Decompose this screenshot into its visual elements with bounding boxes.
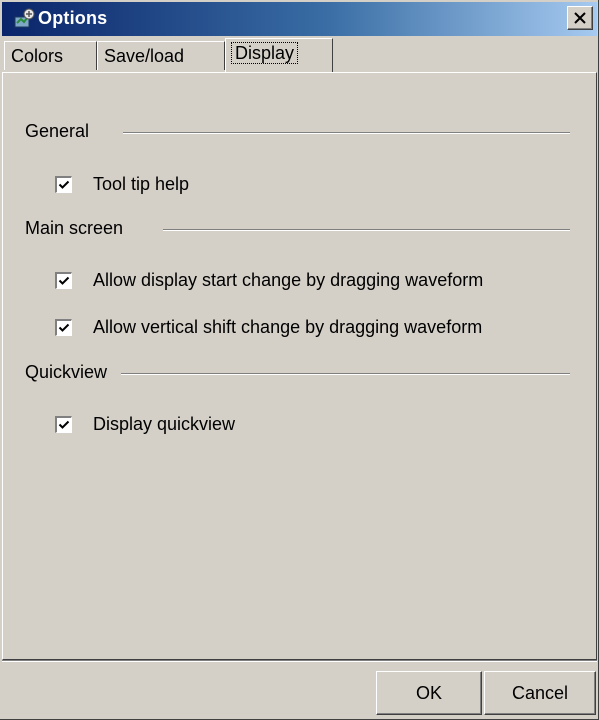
tab-save-load[interactable]: Save/load xyxy=(97,41,225,70)
tab-strip: Colors Save/load Display xyxy=(2,38,597,72)
group-quickview-title: Quickview xyxy=(25,362,108,382)
checkmark-icon xyxy=(58,276,70,285)
group-quickview-divider xyxy=(121,373,570,375)
tab-colors[interactable]: Colors xyxy=(4,41,97,70)
display-start-drag-label: Allow display start change by dragging w… xyxy=(93,270,484,290)
tab-display[interactable]: Display xyxy=(225,38,333,72)
tab-save-load-label: Save/load xyxy=(104,46,185,66)
title-bar[interactable]: Options xyxy=(2,2,597,36)
app-icon xyxy=(14,8,35,28)
checkmark-icon xyxy=(58,323,70,332)
group-general-title: General xyxy=(25,121,90,141)
window-title: Options xyxy=(38,8,108,28)
group-main-screen-title: Main screen xyxy=(25,218,124,238)
checkmark-icon xyxy=(58,420,70,429)
tooltip-help-checkbox[interactable] xyxy=(55,176,72,193)
close-button[interactable] xyxy=(567,6,593,30)
tab-display-label: Display xyxy=(231,42,299,64)
tab-colors-label: Colors xyxy=(11,46,64,66)
ok-button[interactable]: OK xyxy=(376,671,482,715)
display-start-drag-checkbox[interactable] xyxy=(55,272,72,289)
group-general-divider xyxy=(123,132,570,134)
vertical-shift-drag-checkbox[interactable] xyxy=(55,319,72,336)
close-icon xyxy=(574,12,586,24)
group-main-screen-divider xyxy=(163,229,570,231)
tooltip-help-label: Tool tip help xyxy=(93,174,190,194)
display-quickview-label: Display quickview xyxy=(93,414,236,434)
checkmark-icon xyxy=(58,180,70,189)
display-quickview-checkbox[interactable] xyxy=(55,416,72,433)
footer-divider xyxy=(2,660,597,662)
vertical-shift-drag-label: Allow vertical shift change by dragging … xyxy=(93,317,483,337)
cancel-button[interactable]: Cancel xyxy=(484,671,596,715)
display-tab-panel: General Tool tip help Main screen Allow … xyxy=(2,72,597,660)
options-dialog: Options Colors Save/load Display General… xyxy=(0,0,599,720)
